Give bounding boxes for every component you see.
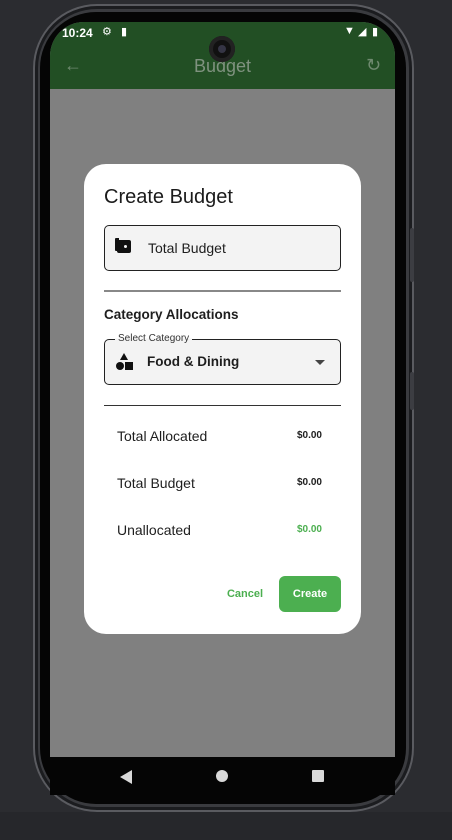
summary-row-total-budget: Total Budget $0.00 bbox=[117, 475, 322, 495]
category-allocations-heading: Category Allocations bbox=[104, 307, 239, 322]
create-budget-dialog: Create Budget Total Budget Category Allo… bbox=[84, 164, 361, 634]
front-camera bbox=[209, 36, 235, 62]
desktop-background bbox=[0, 812, 452, 840]
nav-recents-icon[interactable] bbox=[312, 770, 324, 782]
divider bbox=[104, 405, 341, 406]
summary-label: Total Allocated bbox=[117, 428, 208, 444]
summary-row-total-allocated: Total Allocated $0.00 bbox=[117, 428, 322, 448]
divider bbox=[104, 290, 341, 292]
chevron-down-icon[interactable] bbox=[315, 360, 325, 365]
total-budget-field[interactable]: Total Budget bbox=[104, 225, 341, 271]
category-select[interactable]: Select Category Food & Dining bbox=[104, 333, 341, 385]
status-time: 10:24 bbox=[62, 26, 93, 40]
select-category-label: Select Category bbox=[115, 333, 193, 344]
refresh-icon[interactable]: ↻ bbox=[366, 55, 381, 76]
volume-button bbox=[410, 228, 414, 282]
summary-label: Total Budget bbox=[117, 475, 195, 491]
selected-category: Food & Dining bbox=[147, 354, 240, 369]
create-button[interactable]: Create bbox=[279, 576, 341, 612]
sd-card-icon: ▮ bbox=[121, 26, 128, 38]
category-shapes-icon bbox=[116, 353, 134, 371]
summary-value: $0.00 bbox=[296, 430, 322, 441]
nav-home-icon[interactable] bbox=[216, 770, 228, 782]
dialog-title: Create Budget bbox=[104, 186, 233, 208]
summary-value: $0.00 bbox=[296, 477, 322, 488]
wifi-icon: ▼ bbox=[344, 25, 355, 37]
battery-icon: ▮ bbox=[372, 26, 379, 38]
summary-row-unallocated: Unallocated $0.00 bbox=[117, 522, 322, 542]
gear-icon: ⚙ bbox=[102, 26, 112, 38]
summary-value: $0.00 bbox=[296, 524, 322, 535]
nav-back-icon[interactable] bbox=[120, 770, 132, 784]
cancel-button[interactable]: Cancel bbox=[215, 576, 275, 612]
signal-icon: ◢ bbox=[358, 26, 367, 38]
wallet-icon bbox=[115, 238, 131, 253]
system-nav-bar bbox=[50, 757, 395, 795]
power-button bbox=[410, 372, 414, 410]
total-budget-placeholder: Total Budget bbox=[148, 240, 226, 256]
summary-label: Unallocated bbox=[117, 522, 191, 538]
